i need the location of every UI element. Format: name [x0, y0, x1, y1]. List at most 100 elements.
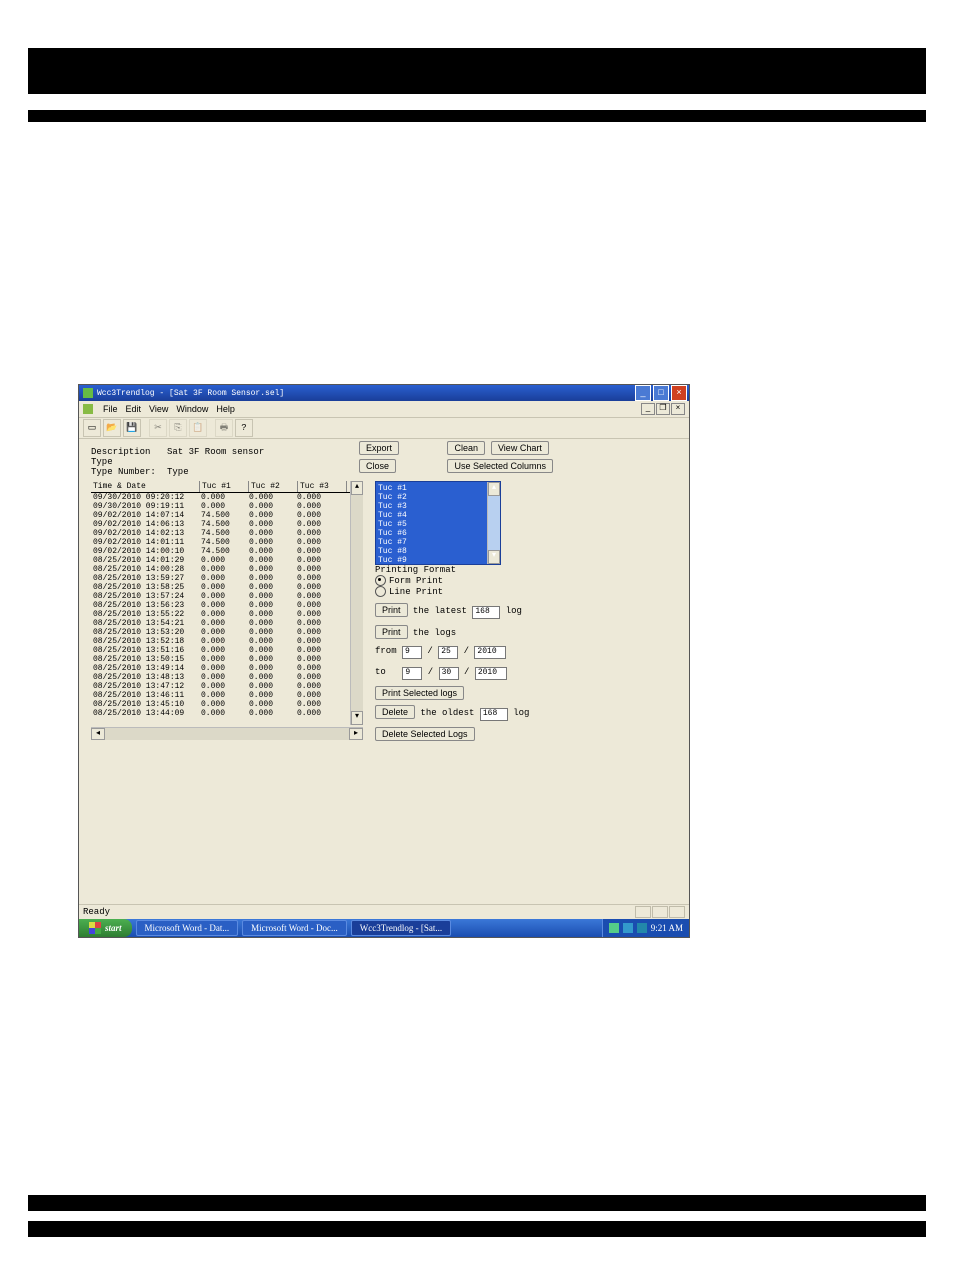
taskbar-item[interactable]: Wcc3Trendlog - [Sat...: [351, 920, 451, 936]
table-row[interactable]: 09/30/2010 09:20:120.0000.0000.000: [91, 493, 363, 502]
list-item[interactable]: Tuc #4: [378, 511, 498, 520]
table-cell: 0.000: [199, 700, 247, 709]
table-row[interactable]: 08/25/2010 14:00:280.0000.0000.000: [91, 565, 363, 574]
help-icon[interactable]: ?: [235, 419, 253, 437]
list-item[interactable]: Tuc #3: [378, 502, 498, 511]
table-row[interactable]: 08/25/2010 13:48:130.0000.0000.000: [91, 673, 363, 682]
table-row[interactable]: 09/02/2010 14:00:1074.5000.0000.000: [91, 547, 363, 556]
minimize-button[interactable]: _: [635, 385, 651, 401]
column-header[interactable]: Tuc #2: [249, 481, 298, 492]
table-row[interactable]: 08/25/2010 13:54:210.0000.0000.000: [91, 619, 363, 628]
clean-button[interactable]: Clean: [447, 441, 485, 455]
list-item[interactable]: Tuc #5: [378, 520, 498, 529]
print-selected-logs-button[interactable]: Print Selected logs: [375, 686, 464, 700]
to-month-input[interactable]: 9: [402, 667, 422, 680]
scroll-right-icon[interactable]: ▸: [349, 728, 363, 740]
table-row[interactable]: 08/25/2010 14:01:290.0000.0000.000: [91, 556, 363, 565]
listbox-scrollbar[interactable]: ▴ ▾: [487, 482, 500, 564]
scroll-up-icon[interactable]: ▴: [351, 481, 363, 495]
table-row[interactable]: 08/25/2010 13:51:160.0000.0000.000: [91, 646, 363, 655]
table-cell: 0.000: [199, 691, 247, 700]
table-row[interactable]: 08/25/2010 13:44:090.0000.0000.000: [91, 709, 363, 718]
latest-count-input[interactable]: 168: [472, 606, 500, 619]
table-row[interactable]: 08/25/2010 13:53:200.0000.0000.000: [91, 628, 363, 637]
table-row[interactable]: 09/02/2010 14:01:1174.5000.0000.000: [91, 538, 363, 547]
list-item[interactable]: Tuc #9: [378, 556, 498, 565]
save-icon[interactable]: 💾: [123, 419, 141, 437]
table-horizontal-scrollbar[interactable]: ◂ ▸: [91, 727, 363, 740]
list-item[interactable]: Tuc #6: [378, 529, 498, 538]
table-row[interactable]: 08/25/2010 13:46:110.0000.0000.000: [91, 691, 363, 700]
list-item[interactable]: Tuc #7: [378, 538, 498, 547]
menu-view[interactable]: View: [149, 404, 168, 414]
table-vertical-scrollbar[interactable]: ▴ ▾: [350, 481, 363, 725]
list-item[interactable]: Tuc #1: [378, 484, 498, 493]
mdi-minimize-button[interactable]: _: [641, 403, 655, 415]
table-row[interactable]: 08/25/2010 13:49:140.0000.0000.000: [91, 664, 363, 673]
list-scroll-up-icon[interactable]: ▴: [488, 482, 500, 496]
close-form-button[interactable]: Close: [359, 459, 396, 473]
use-selected-columns-button[interactable]: Use Selected Columns: [447, 459, 553, 473]
print-logs-button[interactable]: Print: [375, 625, 408, 639]
cut-icon[interactable]: ✂: [149, 419, 167, 437]
print-icon[interactable]: 🖶: [215, 419, 233, 437]
scroll-down-icon[interactable]: ▾: [351, 711, 363, 725]
table-cell: 0.000: [247, 610, 295, 619]
table-row[interactable]: 08/25/2010 13:52:180.0000.0000.000: [91, 637, 363, 646]
menu-window[interactable]: Window: [176, 404, 208, 414]
table-row[interactable]: 08/25/2010 13:56:230.0000.0000.000: [91, 601, 363, 610]
to-year-input[interactable]: 2010: [475, 667, 507, 680]
table-cell: 0.000: [247, 538, 295, 547]
table-cell: 0.000: [247, 691, 295, 700]
tuc-listbox[interactable]: Tuc #1Tuc #2Tuc #3Tuc #4Tuc #5Tuc #6Tuc …: [375, 481, 501, 565]
to-day-input[interactable]: 30: [439, 667, 459, 680]
from-month-input[interactable]: 9: [402, 646, 422, 659]
table-row[interactable]: 08/25/2010 13:55:220.0000.0000.000: [91, 610, 363, 619]
table-row[interactable]: 09/02/2010 14:07:1474.5000.0000.000: [91, 511, 363, 520]
table-row[interactable]: 08/25/2010 13:50:150.0000.0000.000: [91, 655, 363, 664]
tray-icon-3[interactable]: [637, 923, 647, 933]
table-cell: 08/25/2010 13:48:13: [91, 673, 199, 682]
scroll-left-icon[interactable]: ◂: [91, 728, 105, 740]
table-row[interactable]: 08/25/2010 13:45:100.0000.0000.000: [91, 700, 363, 709]
from-year-input[interactable]: 2010: [474, 646, 506, 659]
taskbar-item[interactable]: Microsoft Word - Dat...: [136, 920, 239, 936]
from-day-input[interactable]: 25: [438, 646, 458, 659]
table-row[interactable]: 09/02/2010 14:06:1374.5000.0000.000: [91, 520, 363, 529]
new-icon[interactable]: ▭: [83, 419, 101, 437]
list-scroll-down-icon[interactable]: ▾: [488, 550, 500, 564]
tray-icon-2[interactable]: [623, 923, 633, 933]
delete-button[interactable]: Delete: [375, 705, 415, 719]
table-row[interactable]: 08/25/2010 13:58:250.0000.0000.000: [91, 583, 363, 592]
table-row[interactable]: 08/25/2010 13:47:120.0000.0000.000: [91, 682, 363, 691]
menu-edit[interactable]: Edit: [126, 404, 142, 414]
taskbar-item[interactable]: Microsoft Word - Doc...: [242, 920, 347, 936]
delete-selected-logs-button[interactable]: Delete Selected Logs: [375, 727, 475, 741]
print-latest-button[interactable]: Print: [375, 603, 408, 617]
column-header[interactable]: Time & Date: [91, 481, 200, 492]
table-row[interactable]: 09/30/2010 09:19:110.0000.0000.000: [91, 502, 363, 511]
mdi-restore-button[interactable]: ❐: [656, 403, 670, 415]
menu-file[interactable]: File: [103, 404, 118, 414]
table-row[interactable]: 08/25/2010 13:59:270.0000.0000.000: [91, 574, 363, 583]
column-header[interactable]: Tuc #1: [200, 481, 249, 492]
export-button[interactable]: Export: [359, 441, 399, 455]
maximize-button[interactable]: □: [653, 385, 669, 401]
line-print-radio[interactable]: [375, 586, 386, 597]
tray-icon-1[interactable]: [609, 923, 619, 933]
close-button[interactable]: ×: [671, 385, 687, 401]
table-row[interactable]: 08/25/2010 13:57:240.0000.0000.000: [91, 592, 363, 601]
list-item[interactable]: Tuc #8: [378, 547, 498, 556]
oldest-count-input[interactable]: 168: [480, 708, 508, 721]
paste-icon[interactable]: 📋: [189, 419, 207, 437]
list-item[interactable]: Tuc #2: [378, 493, 498, 502]
form-print-radio[interactable]: [375, 575, 386, 586]
column-header[interactable]: Tuc #3: [298, 481, 347, 492]
open-icon[interactable]: 📂: [103, 419, 121, 437]
table-row[interactable]: 09/02/2010 14:02:1374.5000.0000.000: [91, 529, 363, 538]
view-chart-button[interactable]: View Chart: [491, 441, 549, 455]
menu-help[interactable]: Help: [216, 404, 235, 414]
mdi-close-button[interactable]: ×: [671, 403, 685, 415]
copy-icon[interactable]: ⎘: [169, 419, 187, 437]
start-button[interactable]: start: [79, 919, 132, 937]
